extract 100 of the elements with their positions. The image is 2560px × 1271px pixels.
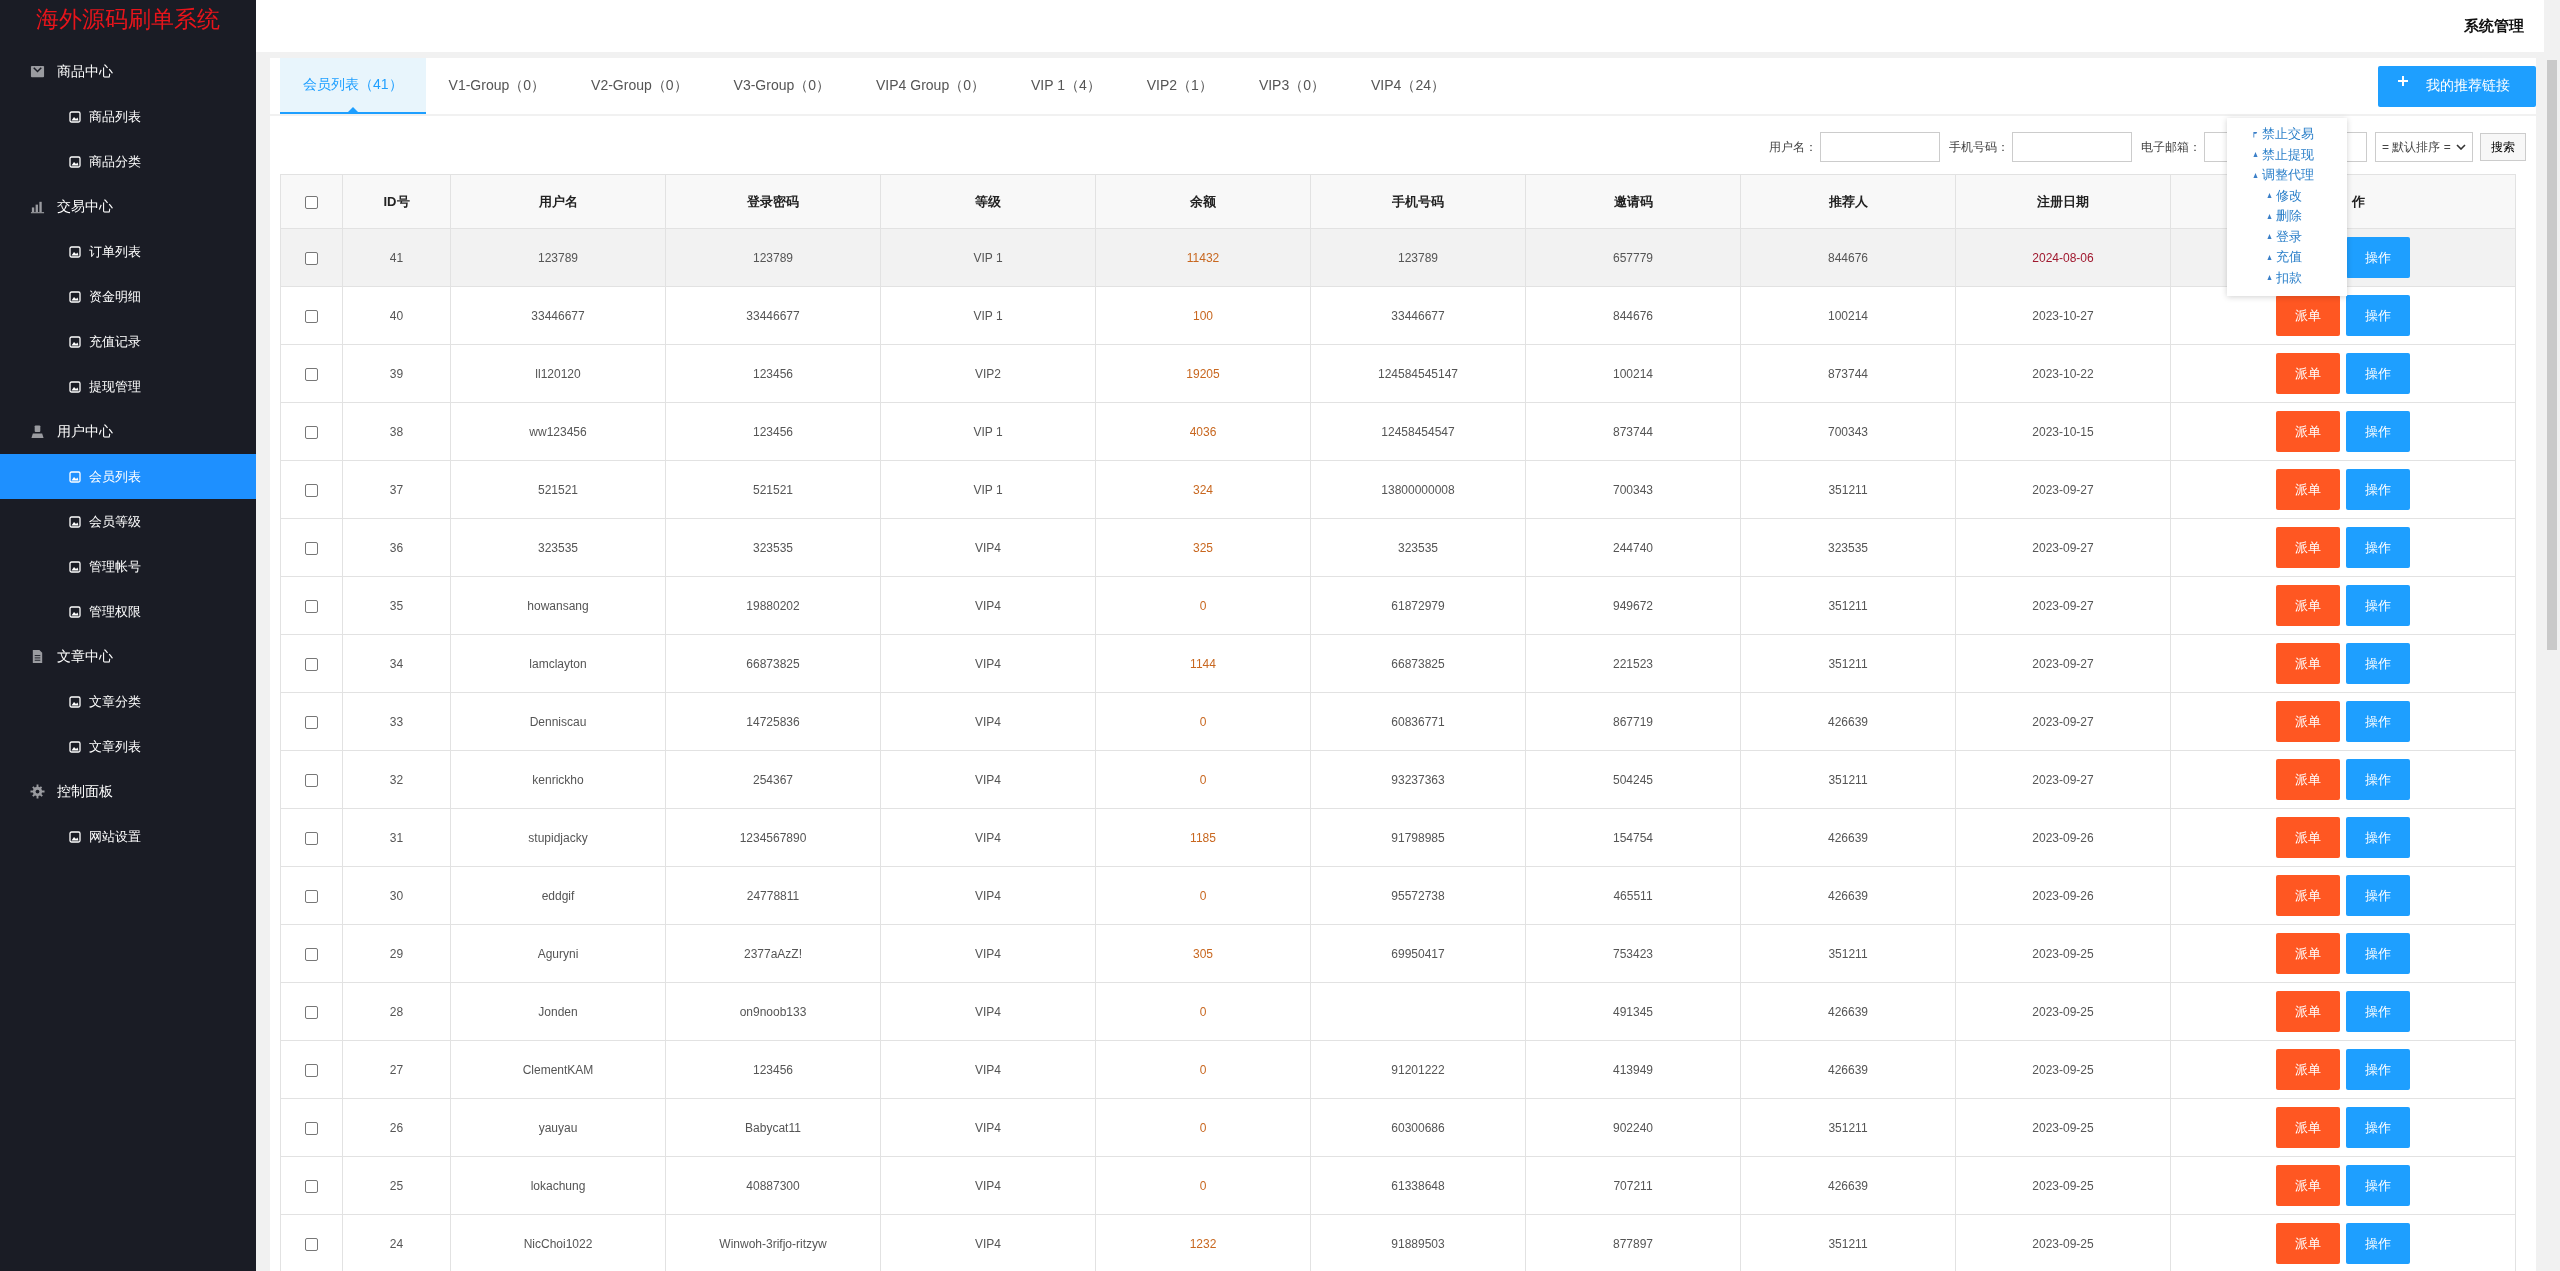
sidebar-item[interactable]: 会员等级: [0, 499, 256, 544]
sidebar-group[interactable]: 商品中心: [0, 49, 256, 94]
checkbox[interactable]: [305, 657, 318, 671]
menu-item[interactable]: 禁止交易: [2227, 124, 2347, 145]
table-cell: VIP 1: [880, 228, 1096, 287]
operate-button[interactable]: 操作: [2346, 527, 2410, 568]
checkbox[interactable]: [305, 773, 318, 787]
dispatch-button[interactable]: 派单: [2276, 817, 2340, 858]
dispatch-button[interactable]: 派单: [2276, 643, 2340, 684]
checkbox[interactable]: [305, 251, 318, 265]
dispatch-button[interactable]: 派单: [2276, 1223, 2340, 1264]
dispatch-button[interactable]: 派单: [2276, 527, 2340, 568]
sidebar-group[interactable]: 用户中心: [0, 409, 256, 454]
checkbox[interactable]: [305, 309, 318, 323]
operate-button[interactable]: 操作: [2346, 991, 2410, 1032]
chevron-down-icon: [2456, 144, 2466, 150]
operate-button[interactable]: 操作: [2346, 933, 2410, 974]
dispatch-button[interactable]: 派单: [2276, 759, 2340, 800]
input-field[interactable]: [1820, 132, 1940, 162]
tab[interactable]: VIP 1（4）: [1007, 58, 1124, 114]
sidebar-item[interactable]: 充值记录: [0, 319, 256, 364]
dispatch-button[interactable]: 派单: [2276, 1107, 2340, 1148]
table-cell: 2023-09-25: [1955, 1156, 2171, 1215]
menu-item[interactable]: 登录: [2227, 226, 2347, 247]
sidebar-item[interactable]: 商品分类: [0, 139, 256, 184]
dispatch-button[interactable]: 派单: [2276, 1165, 2340, 1206]
dispatch-button[interactable]: 派单: [2276, 353, 2340, 394]
operate-button[interactable]: 操作: [2346, 759, 2410, 800]
operate-button[interactable]: 操作: [2346, 353, 2410, 394]
referral-link-button[interactable]: 我的推荐链接: [2378, 65, 2536, 107]
dispatch-button[interactable]: 派单: [2276, 411, 2340, 452]
tab[interactable]: 会员列表（41）: [280, 58, 426, 114]
dispatch-button[interactable]: 派单: [2276, 933, 2340, 974]
menu-item[interactable]: 修改: [2227, 185, 2347, 206]
sidebar-item[interactable]: 订单列表: [0, 229, 256, 274]
checkbox[interactable]: [305, 1237, 318, 1251]
checkbox[interactable]: [305, 196, 318, 210]
operate-button[interactable]: 操作: [2346, 469, 2410, 510]
operate-button[interactable]: 操作: [2346, 643, 2410, 684]
dispatch-button[interactable]: 派单: [2276, 991, 2340, 1032]
menu-item[interactable]: 充值: [2227, 247, 2347, 268]
checkbox[interactable]: [305, 367, 318, 381]
operate-button[interactable]: 操作: [2346, 701, 2410, 742]
tab[interactable]: VIP4 Group（0）: [853, 58, 1008, 114]
tab[interactable]: V2-Group（0）: [568, 58, 711, 114]
checkbox[interactable]: [305, 715, 318, 729]
sidebar-group[interactable]: 交易中心: [0, 184, 256, 229]
table-cell: 66873825: [1310, 634, 1526, 693]
operate-button[interactable]: 操作: [2346, 1223, 2410, 1264]
tab[interactable]: VIP3（0）: [1235, 58, 1349, 114]
sidebar-item[interactable]: 文章分类: [0, 679, 256, 724]
checkbox[interactable]: [305, 425, 318, 439]
dispatch-button[interactable]: 派单: [2276, 469, 2340, 510]
checkbox[interactable]: [305, 483, 318, 497]
menu-item[interactable]: 扣款: [2227, 267, 2347, 288]
checkbox[interactable]: [305, 831, 318, 845]
operate-button[interactable]: 操作: [2346, 875, 2410, 916]
menu-item[interactable]: 禁止提现: [2227, 144, 2347, 165]
operate-button[interactable]: 操作: [2346, 1165, 2410, 1206]
operate-button[interactable]: 操作: [2346, 585, 2410, 626]
sidebar-item[interactable]: 资金明细: [0, 274, 256, 319]
sidebar-group[interactable]: 控制面板: [0, 769, 256, 814]
operate-button[interactable]: 操作: [2346, 295, 2410, 336]
operate-button[interactable]: 操作: [2346, 817, 2410, 858]
sidebar-group[interactable]: 文章中心: [0, 634, 256, 679]
sidebar-item[interactable]: 管理帐号: [0, 544, 256, 589]
column-header: 用户名: [450, 174, 666, 229]
checkbox[interactable]: [305, 1005, 318, 1019]
dispatch-button[interactable]: 派单: [2276, 295, 2340, 336]
sort-select[interactable]: = 默认排序 =: [2375, 132, 2473, 162]
scrollbar-thumb[interactable]: [2547, 60, 2557, 650]
operate-button[interactable]: 操作: [2346, 1049, 2410, 1090]
operate-button[interactable]: 操作: [2346, 237, 2410, 278]
menu-item[interactable]: 删除: [2227, 206, 2347, 227]
input-field[interactable]: [2012, 132, 2132, 162]
dispatch-button[interactable]: 派单: [2276, 1049, 2340, 1090]
checkbox[interactable]: [305, 1121, 318, 1135]
dispatch-button[interactable]: 派单: [2276, 701, 2340, 742]
operate-button[interactable]: 操作: [2346, 1107, 2410, 1148]
checkbox[interactable]: [305, 1179, 318, 1193]
sidebar-item[interactable]: 商品列表: [0, 94, 256, 139]
checkbox[interactable]: [305, 889, 318, 903]
tab[interactable]: V1-Group（0）: [425, 58, 569, 114]
tab[interactable]: VIP4（24）: [1348, 58, 1468, 114]
sidebar-item[interactable]: 提现管理: [0, 364, 256, 409]
dispatch-button[interactable]: 派单: [2276, 585, 2340, 626]
system-title[interactable]: 系统管理: [2464, 16, 2524, 36]
checkbox[interactable]: [305, 1063, 318, 1077]
checkbox[interactable]: [305, 947, 318, 961]
checkbox[interactable]: [305, 599, 318, 613]
checkbox[interactable]: [305, 541, 318, 555]
tab[interactable]: V3-Group（0）: [710, 58, 854, 114]
search-button[interactable]: 搜索: [2480, 133, 2526, 161]
dispatch-button[interactable]: 派单: [2276, 875, 2340, 916]
sidebar-item[interactable]: 管理权限: [0, 589, 256, 634]
tab[interactable]: VIP2（1）: [1123, 58, 1236, 114]
sidebar-item[interactable]: 文章列表: [0, 724, 256, 769]
sidebar-item[interactable]: 网站设置: [0, 814, 256, 859]
sidebar-item[interactable]: 会员列表: [0, 454, 256, 499]
operate-button[interactable]: 操作: [2346, 411, 2410, 452]
